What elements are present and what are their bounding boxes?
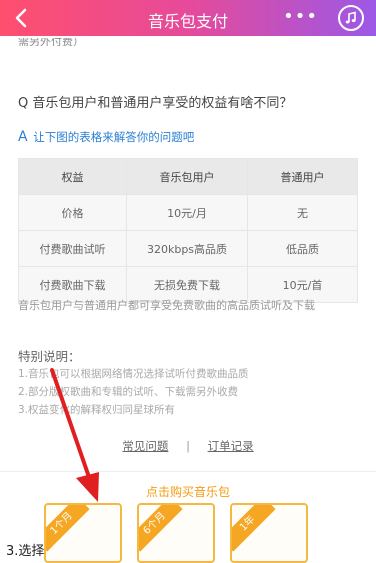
table-header: 音乐包用户 — [126, 158, 248, 195]
table-cell: 10元/月 — [126, 194, 248, 231]
table-cell: 无 — [247, 194, 358, 231]
table-cell: 320kbps高品质 — [126, 230, 248, 267]
faq-link[interactable]: 常见问题 — [122, 439, 168, 453]
answer-text: 让下图的表格来解答你的问题吧 — [33, 130, 195, 144]
benefits-comparison-table: 权益 音乐包用户 普通用户 价格 10元/月 无 付费歌曲试听 320kbps高… — [18, 158, 358, 303]
title-bar: 音乐包支付 ••• — [0, 0, 376, 36]
table-cell: 价格 — [18, 194, 127, 231]
page-title: 音乐包支付 — [147, 12, 228, 31]
list-item: 3.权益变化的解释权归同星球所有 — [18, 404, 176, 416]
list-item: 2.部分版权歌曲和专辑的试听、下载需另外收费 — [18, 386, 239, 398]
table-cell: 付费歌曲试听 — [18, 230, 127, 267]
answer-letter: A — [18, 129, 28, 145]
table-header: 普通用户 — [247, 158, 358, 195]
table-row: 价格 10元/月 无 — [18, 194, 358, 231]
table-header: 权益 — [18, 158, 127, 195]
divider — [0, 471, 376, 472]
partial-text: 需另外付费） — [18, 38, 84, 46]
order-history-link[interactable]: 订单记录 — [208, 439, 254, 453]
music-note-icon — [345, 11, 356, 24]
music-note-button[interactable] — [338, 5, 364, 31]
more-menu-button[interactable]: ••• — [283, 6, 318, 27]
plan-option-1-month[interactable]: 1个月 — [44, 503, 122, 563]
plan-ribbon-label: 1个月 — [46, 505, 90, 552]
link-separator: | — [186, 439, 190, 453]
plan-ribbon-label: 1年 — [232, 505, 276, 552]
buy-hint: 点击购买音乐包 — [145, 485, 230, 499]
faq-answer: A 让下图的表格来解答你的问题吧 — [18, 129, 194, 145]
special-notes-list: 1.音乐包可以根据网络情况选择试听付费歌曲品质 2.部分版权歌曲和专辑的试听、下… — [18, 365, 358, 419]
benefit-note: 音乐包用户与普通用户都可享受免费歌曲的高品质试听及下载 — [18, 299, 315, 312]
faq-question: Q 音乐包用户和普通用户享受的权益有啥不同？ — [18, 96, 293, 111]
plan-options: 1个月 6个月 1年 — [44, 503, 344, 563]
table-row: 付费歌曲试听 320kbps高品质 低品质 — [18, 230, 358, 267]
special-notes-title: 特别说明： — [18, 349, 81, 364]
plan-option-6-months[interactable]: 6个月 — [137, 503, 215, 563]
list-item: 1.音乐包可以根据网络情况选择试听付费歌曲品质 — [18, 368, 249, 380]
table-cell: 低品质 — [247, 230, 358, 267]
table-header-row: 权益 音乐包用户 普通用户 — [18, 158, 358, 195]
footer-links: 常见问题 | 订单记录 — [0, 438, 376, 454]
caption-text: 3.选择 — [6, 544, 45, 559]
plan-option-1-year[interactable]: 1年 — [230, 503, 308, 563]
plan-ribbon-label: 6个月 — [139, 505, 183, 552]
